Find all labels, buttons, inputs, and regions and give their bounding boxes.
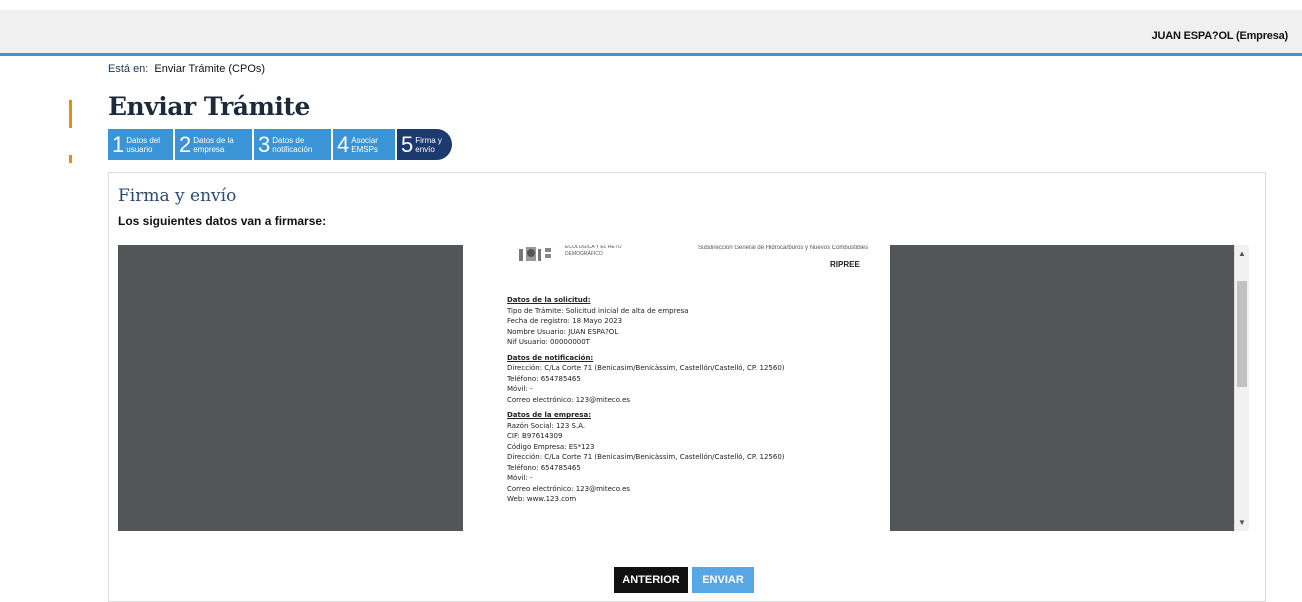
ministry-text: ECOLÓGICA Y EL RETO DEMOGRÁFICO: [565, 245, 622, 257]
step-number: 3: [258, 131, 271, 157]
breadcrumb-prefix: Está en:: [108, 63, 149, 75]
top-strip: [0, 0, 1302, 10]
step-2[interactable]: 2 Datos de la empresa: [175, 129, 252, 160]
step-label: Datos de notificación: [272, 135, 313, 154]
ripree-label: RIPREE: [830, 260, 860, 269]
pdf-text-line: Dirección: C/La Corte 71 (Benicasim/Beni…: [507, 364, 785, 372]
step-number: 1: [112, 131, 125, 157]
accent-marker: [69, 155, 72, 163]
pdf-section-heading: Datos de la empresa:: [507, 411, 591, 419]
pdf-text-line: Móvil: -: [507, 385, 533, 393]
pdf-section-heading: Datos de notificación:: [507, 353, 594, 362]
government-logo-icon: [519, 247, 551, 261]
scroll-up-icon[interactable]: ▲: [1238, 249, 1246, 258]
step-number: 5: [401, 131, 414, 157]
subdirection-text: Subdirección General de Hidrocarburos y …: [698, 245, 869, 251]
scroll-thumb[interactable]: [1237, 281, 1247, 387]
pdf-text-line: Fecha de registro: 18 Mayo 2023: [507, 317, 623, 325]
step-5-active[interactable]: 5 Firma y envío: [397, 129, 452, 160]
pdf-text-line: Código Empresa: ES*123: [507, 442, 595, 451]
pdf-text-line: Correo electrónico: 123@miteco.es: [507, 484, 631, 493]
page-title: Enviar Trámite: [108, 92, 310, 121]
user-label[interactable]: JUAN ESPA?OL (Empresa): [1152, 30, 1289, 42]
breadcrumb-current: Enviar Trámite (CPOs): [154, 63, 266, 75]
pdf-text-line: Web: www.123.com: [507, 495, 577, 503]
pdf-viewer[interactable]: ECOLÓGICA Y EL RETO DEMOGRÁFICO Subdirec…: [118, 245, 1249, 531]
step-label: Asociar EMSPs: [351, 135, 378, 154]
step-number: 4: [337, 131, 350, 157]
app-header: JUAN ESPA?OL (Empresa): [0, 10, 1302, 56]
pdf-text-line: CIF: B97614309: [507, 432, 563, 440]
step-4[interactable]: 4 Asociar EMSPs: [333, 129, 395, 160]
pdf-text-line: Nombre Usuario: JUAN ESPA?OL: [507, 327, 619, 336]
accent-marker: [69, 100, 72, 128]
step-label: Datos de la empresa: [193, 135, 234, 154]
pdf-section-heading: Datos de la solicitud:: [507, 296, 591, 304]
step-label: Datos del usuario: [126, 135, 161, 154]
pdf-text-line: Teléfono: 654785465: [507, 374, 581, 383]
pdf-text-line: Tipo de Trámite: Solicitud inicial de al…: [507, 306, 689, 315]
viewer-scrollbar[interactable]: ▲ ▼: [1234, 245, 1249, 531]
breadcrumb: Está en: Enviar Trámite (CPOs): [108, 63, 265, 75]
section-title: Firma y envío: [118, 186, 237, 206]
pdf-page: ECOLÓGICA Y EL RETO DEMOGRÁFICO Subdirec…: [463, 245, 890, 531]
send-button[interactable]: ENVIAR: [692, 567, 754, 593]
section-subtitle: Los siguientes datos van a firmarse:: [118, 214, 327, 228]
scroll-down-icon[interactable]: ▼: [1238, 518, 1246, 527]
step-1[interactable]: 1 Datos del usuario: [108, 129, 173, 160]
pdf-text-line: Nif Usuario: 00000000T: [507, 338, 590, 346]
step-3[interactable]: 3 Datos de notificación: [254, 129, 331, 160]
pdf-text-line: Razón Social: 123 S.A.: [507, 421, 586, 430]
pdf-text-line: Teléfono: 654785465: [507, 463, 581, 472]
wizard-steps: 1 Datos del usuario 2 Datos de la empres…: [108, 129, 454, 160]
pdf-text-line: Móvil: -: [507, 474, 533, 482]
pdf-text-line: Correo electrónico: 123@miteco.es: [507, 395, 631, 404]
pdf-text-line: Dirección: C/La Corte 71 (Benicasim/Beni…: [507, 453, 785, 461]
step-number: 2: [179, 131, 192, 157]
step-label: Firma y envío: [415, 135, 442, 154]
previous-button[interactable]: ANTERIOR: [614, 567, 688, 593]
